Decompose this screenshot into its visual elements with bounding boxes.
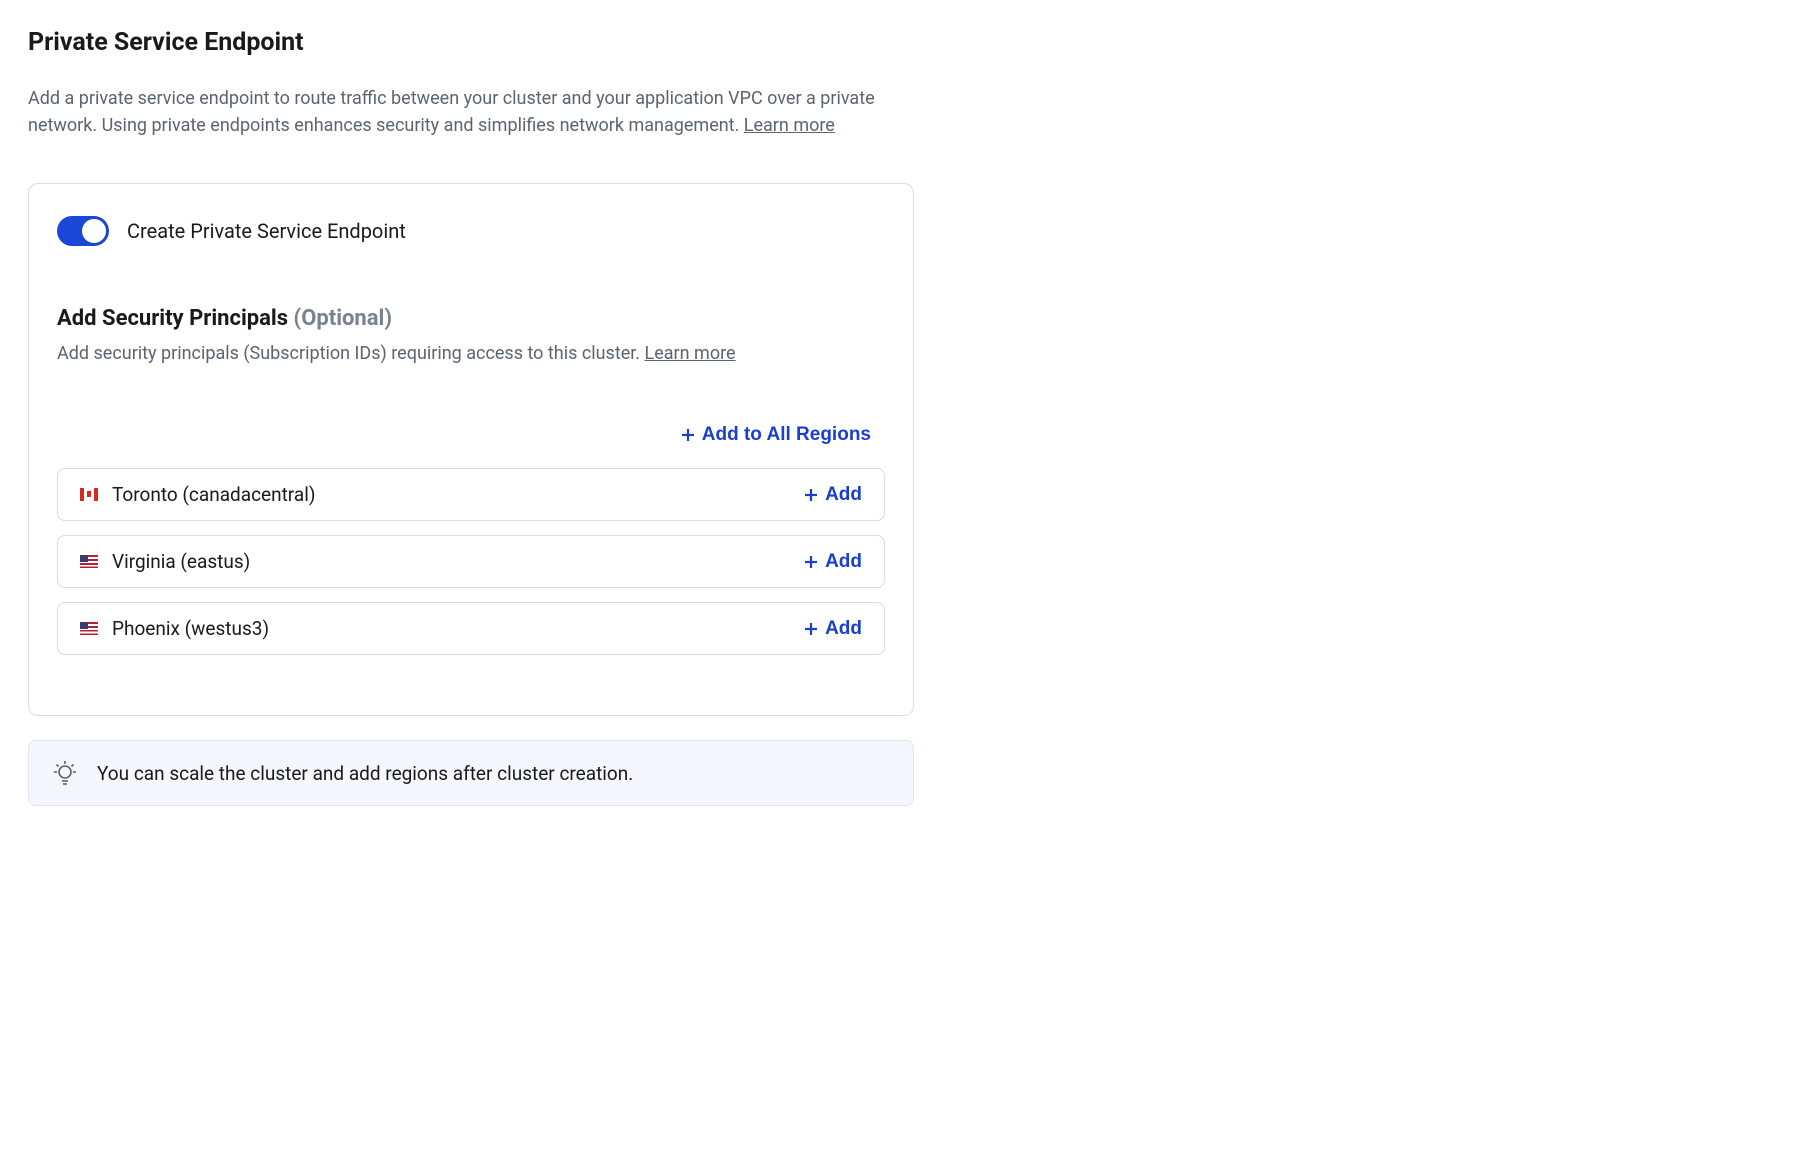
region-add-label: Add (825, 484, 862, 506)
endpoint-card: Create Private Service Endpoint Add Secu… (28, 183, 914, 716)
region-list: Toronto (canadacentral) Add Virginia (ea… (57, 468, 885, 655)
principals-heading-main: Add Security Principals (57, 306, 294, 331)
region-name: Toronto (canadacentral) (112, 483, 315, 506)
flag-canada-icon (80, 488, 98, 501)
region-left: Virginia (eastus) (80, 550, 250, 573)
tip-text: You can scale the cluster and add region… (97, 762, 633, 785)
principals-heading-optional: (Optional) (294, 306, 393, 331)
principals-heading: Add Security Principals (Optional) (57, 306, 885, 331)
region-add-button[interactable]: Add (803, 551, 862, 573)
region-row: Toronto (canadacentral) Add (57, 468, 885, 521)
region-left: Phoenix (westus3) (80, 617, 269, 640)
principals-description: Add security principals (Subscription ID… (57, 343, 885, 364)
plus-icon (803, 621, 819, 637)
page-description: Add a private service endpoint to route … (28, 85, 928, 139)
region-add-button[interactable]: Add (803, 618, 862, 640)
region-row: Virginia (eastus) Add (57, 535, 885, 588)
region-name: Virginia (eastus) (112, 550, 250, 573)
plus-icon (803, 554, 819, 570)
add-to-all-regions-button[interactable]: Add to All Regions (680, 424, 871, 446)
tip-box: You can scale the cluster and add region… (28, 740, 914, 806)
region-row: Phoenix (westus3) Add (57, 602, 885, 655)
flag-usa-icon (80, 622, 98, 635)
principals-learn-more-link[interactable]: Learn more (645, 343, 736, 364)
flag-usa-icon (80, 555, 98, 568)
add-all-label: Add to All Regions (702, 424, 871, 446)
region-name: Phoenix (westus3) (112, 617, 269, 640)
learn-more-link[interactable]: Learn more (744, 115, 835, 136)
region-add-button[interactable]: Add (803, 484, 862, 506)
region-add-label: Add (825, 618, 862, 640)
add-all-row: Add to All Regions (57, 424, 885, 446)
create-endpoint-toggle[interactable] (57, 216, 109, 246)
region-left: Toronto (canadacentral) (80, 483, 315, 506)
principals-description-text: Add security principals (Subscription ID… (57, 343, 645, 364)
plus-icon (803, 487, 819, 503)
plus-icon (680, 427, 696, 443)
toggle-row: Create Private Service Endpoint (57, 216, 885, 246)
page-title: Private Service Endpoint (28, 28, 1786, 57)
lightbulb-icon (51, 759, 79, 787)
region-add-label: Add (825, 551, 862, 573)
toggle-knob (82, 219, 106, 243)
toggle-label: Create Private Service Endpoint (127, 219, 406, 243)
